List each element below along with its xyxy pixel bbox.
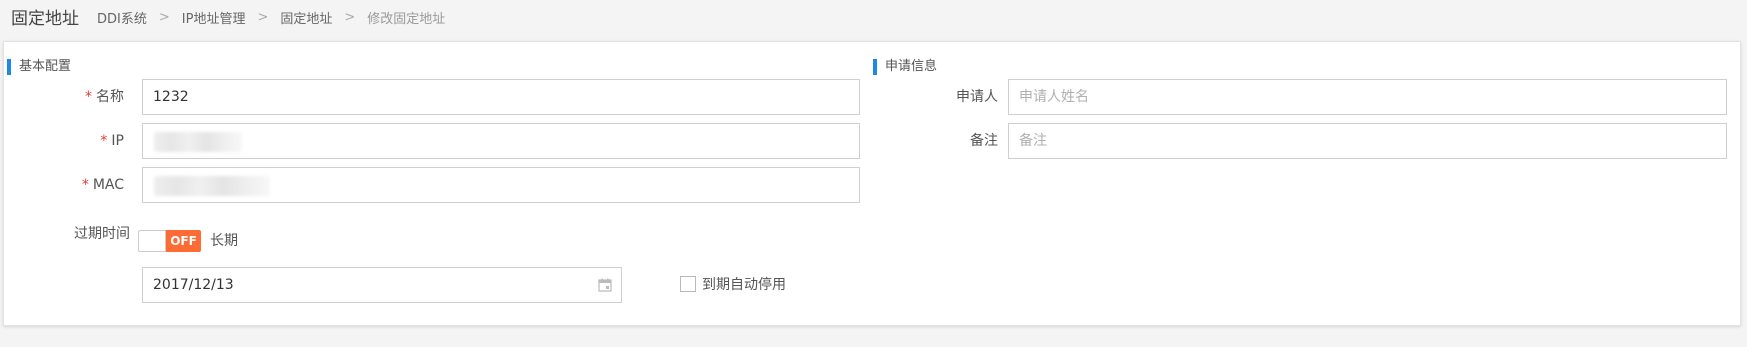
applicant-label: 申请人 — [956, 89, 998, 105]
breadcrumb-item-current: 修改固定地址 — [367, 12, 446, 27]
section-title-basic: 基本配置 — [7, 59, 71, 75]
breadcrumb-item-ip-management[interactable]: IP地址管理 — [182, 8, 246, 27]
page-header: 固定地址 DDI系统 > IP地址管理 > 固定地址 > 修改固定地址 — [0, 0, 1747, 38]
expire-label: 过期时间 — [74, 226, 130, 242]
calendar-icon[interactable] — [598, 278, 612, 292]
breadcrumb-separator: > — [158, 10, 170, 25]
required-mark: * — [100, 133, 108, 149]
mac-label: * MAC — [4, 167, 124, 203]
breadcrumb-item-fixed-address[interactable]: 固定地址 — [280, 8, 332, 27]
remark-label: 备注 — [970, 133, 998, 149]
ip-label: * IP — [4, 123, 124, 159]
required-mark: * — [81, 177, 89, 193]
breadcrumb: DDI系统 > IP地址管理 > 固定地址 > 修改固定地址 — [97, 8, 445, 27]
ip-redacted-value — [154, 132, 242, 152]
toggle-knob — [138, 230, 166, 252]
applicant-input[interactable] — [1008, 79, 1727, 115]
ip-label-text: IP — [111, 133, 124, 149]
ip-input[interactable] — [142, 123, 860, 159]
mac-redacted-value — [154, 176, 270, 196]
required-mark: * — [85, 89, 92, 105]
name-input[interactable] — [142, 79, 860, 115]
name-label-text: 名称 — [96, 89, 124, 105]
date-input[interactable] — [142, 267, 622, 303]
auto-disable-checkbox-row[interactable]: 到期自动停用 — [680, 274, 786, 294]
expire-toggle[interactable]: OFF — [138, 230, 201, 252]
toggle-state: OFF — [166, 230, 201, 252]
remark-input[interactable] — [1008, 123, 1727, 159]
breadcrumb-separator: > — [344, 10, 356, 25]
date-picker — [142, 267, 622, 303]
expire-toggle-desc: 长期 — [210, 233, 238, 249]
section-title-apply: 申请信息 — [873, 59, 937, 75]
page-title: 固定地址 — [11, 9, 79, 29]
form-card: 基本配置 *名称 *IP *MAC 过期时间 OFF 长期 到期自动停用 申请信… — [3, 41, 1741, 326]
auto-disable-label: 到期自动停用 — [702, 277, 786, 293]
name-label: * 名称 — [4, 79, 124, 115]
breadcrumb-separator: > — [257, 10, 269, 25]
auto-disable-checkbox[interactable] — [680, 276, 696, 292]
mac-label-text: MAC — [92, 177, 124, 193]
breadcrumb-item-ddi[interactable]: DDI系统 — [97, 8, 147, 27]
